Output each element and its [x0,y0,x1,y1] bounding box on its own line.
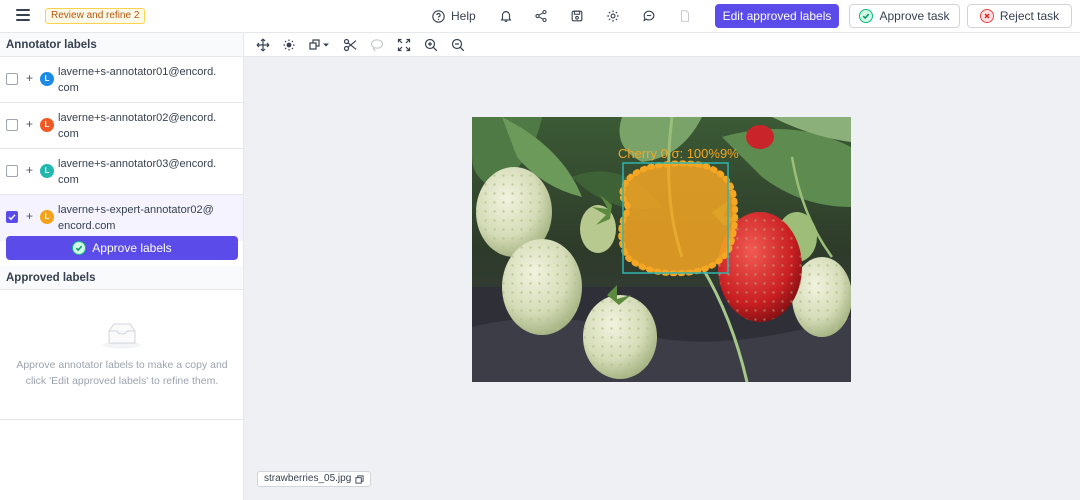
zoom-out-icon[interactable] [451,38,465,52]
empty-state: Approve annotator labels to make a copy … [0,291,243,420]
avatar: L [40,210,54,224]
expand-plus-icon[interactable]: + [26,163,33,177]
help-button[interactable]: Help [432,8,476,24]
document-icon [677,8,693,24]
annotator-email: laverne+s-annotator02@encord.com [58,112,217,140]
comments-icon[interactable] [641,8,657,24]
notification-bell-icon[interactable] [498,8,514,24]
help-label: Help [451,9,476,23]
approve-task-button[interactable]: Approve task [849,4,960,28]
save-icon[interactable] [569,8,585,24]
approved-labels-title: Approved labels [0,266,243,290]
check-circle-icon [72,241,87,255]
top-bar: Review and refine 2 Help Edit approved l… [0,0,1080,33]
annotator-row[interactable]: + L laverne+s-annotator03@encord.com [0,149,243,195]
reject-task-label: Reject task [999,9,1060,23]
approve-labels-button[interactable]: Approve labels [6,236,238,260]
annotator-checkbox[interactable] [6,165,18,177]
expand-plus-icon[interactable]: + [26,117,33,131]
annotator-checkbox[interactable] [6,119,18,131]
avatar: L [40,72,54,86]
avatar: L [40,164,54,178]
annotator-checkbox-checked[interactable] [6,211,18,223]
share-icon[interactable] [533,8,549,24]
pan-move-icon[interactable] [256,38,270,52]
expand-plus-icon[interactable]: + [26,209,33,223]
strawberry-image[interactable]: Cherry 0 σ: 100%9% [472,117,851,382]
x-circle-icon [979,9,994,23]
filename-chip[interactable]: strawberries_05.jpg [257,471,372,487]
annotator-row[interactable]: + L laverne+s-annotator01@encord.com [0,57,243,103]
annotation-canvas[interactable]: Cherry 0 σ: 100%9% strawberries_05.jpg [244,57,1080,500]
approve-labels-label: Approve labels [92,241,172,255]
canvas-toolbar [244,33,1080,57]
annotator-email: laverne+s-annotator01@encord.com [58,66,217,94]
zoom-in-icon[interactable] [424,38,438,52]
avatar: L [40,118,54,132]
annotator-checkbox[interactable] [6,73,18,85]
menu-icon[interactable] [16,9,30,23]
lasso-icon [370,38,384,52]
edit-approved-labels-button[interactable]: Edit approved labels [715,4,839,28]
copy-icon[interactable] [355,474,364,484]
help-icon [432,9,445,23]
shape-dropdown-icon[interactable] [308,38,330,52]
annotation-label: Cherry 0 σ: 100%9% [618,146,739,161]
stage-badge: Review and refine 2 [45,8,146,24]
annotator-email: laverne+s-annotator03@encord.com [58,158,217,186]
empty-state-text: Approve annotator labels to make a copy … [16,359,228,387]
empty-inbox-icon [103,323,141,349]
settings-gear-icon[interactable] [605,8,621,24]
sidebar: Annotator labels + L laverne+s-annotator… [0,33,244,500]
annotator-row[interactable]: + L laverne+s-annotator02@encord.com [0,103,243,149]
annotator-labels-title: Annotator labels [0,33,243,57]
reject-task-button[interactable]: Reject task [967,4,1072,28]
annotator-email: laverne+s-expert-annotator02@encord.com [58,204,214,232]
annotator-row-selected[interactable]: + L laverne+s-expert-annotator02@encord.… [0,195,243,241]
scissors-icon[interactable] [343,38,357,52]
filename-label: strawberries_05.jpg [264,473,352,484]
check-circle-icon [859,9,874,23]
approve-task-label: Approve task [879,9,950,23]
brightness-icon[interactable] [282,38,296,52]
expand-plus-icon[interactable]: + [26,71,33,85]
fit-screen-icon[interactable] [397,38,411,52]
